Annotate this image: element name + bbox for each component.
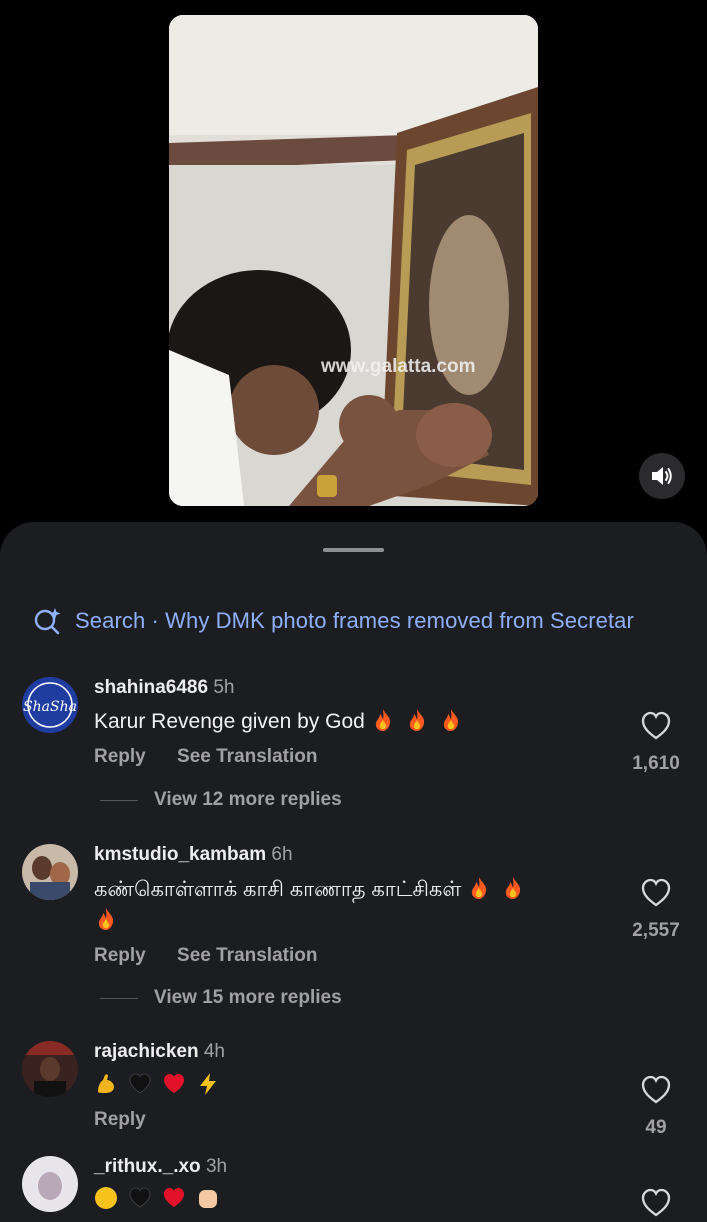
red-heart-icon <box>164 1188 184 1207</box>
black-heart-icon <box>129 1073 151 1094</box>
avatar-image <box>22 844 78 900</box>
fire-emoji <box>467 877 535 901</box>
like-count: 49 <box>645 1117 667 1138</box>
see-translation-button[interactable]: See Translation <box>177 945 317 966</box>
flexed-biceps-icon <box>98 1074 114 1093</box>
sheet-drag-handle[interactable] <box>323 548 384 552</box>
comment-username[interactable]: kmstudio_kambam 6h <box>94 844 293 866</box>
fire-icon <box>505 877 521 899</box>
avatar[interactable] <box>22 844 78 900</box>
comment-username[interactable]: rajachicken 4h <box>94 1041 225 1063</box>
comment-text-content: Karur Revenge given by God <box>94 710 365 733</box>
comment-text <box>94 1186 230 1212</box>
avatar[interactable] <box>22 1156 78 1212</box>
black-heart-icon <box>129 1187 151 1208</box>
fire-emoji <box>94 907 128 932</box>
fire-icon <box>443 709 458 731</box>
fire-icon <box>409 709 424 731</box>
lightning-icon <box>200 1073 216 1095</box>
avatar[interactable] <box>22 1041 78 1097</box>
like-count: 1,610 <box>632 753 680 774</box>
fire-emoji <box>371 709 473 733</box>
comment-actions: Reply <box>94 1109 172 1131</box>
comment-username[interactable]: _rithux._.xo 3h <box>94 1156 227 1178</box>
red-heart-icon <box>164 1074 184 1093</box>
comment-actions: Reply See Translation <box>94 746 343 768</box>
raised-hands-icon <box>199 1190 217 1208</box>
search-suggestion[interactable]: Search · Why DMK photo frames removed fr… <box>33 605 707 637</box>
replies-divider <box>100 799 138 801</box>
search-sparkle-icon <box>34 608 61 635</box>
comment-text: Karur Revenge given by God <box>94 708 473 734</box>
speaker-icon <box>652 467 672 485</box>
comment-text: கண்கொள்ளாக் காசி காணாத காட்சிகள் <box>94 876 535 904</box>
comment-text-content: கண்கொள்ளாக் காசி காணாத காட்சிகள் <box>94 878 462 901</box>
search-suggestion-text: Search · Why DMK photo frames removed fr… <box>75 608 634 633</box>
see-translation-button[interactable]: See Translation <box>177 746 317 767</box>
heart-icon[interactable] <box>640 878 672 908</box>
heart-icon[interactable] <box>640 711 672 741</box>
fire-icon <box>375 709 390 731</box>
comment-text <box>94 1072 230 1098</box>
view-replies-label: View 15 more replies <box>154 987 342 1008</box>
like-count: 2,557 <box>632 920 680 941</box>
video-player[interactable]: www.galatta.com <box>169 15 538 506</box>
avatar-image <box>22 1156 78 1212</box>
comment-time: 5h <box>213 677 235 698</box>
comment-time: 4h <box>203 1041 225 1062</box>
view-replies-label: View 12 more replies <box>154 789 342 810</box>
avatar-image <box>22 1041 78 1097</box>
view-replies-button[interactable]: View 12 more replies <box>100 789 342 811</box>
reply-button[interactable]: Reply <box>94 1109 146 1130</box>
svg-text:ShaSha: ShaSha <box>23 699 77 715</box>
sound-toggle-button[interactable] <box>639 453 685 499</box>
comment-username[interactable]: shahina6486 5h <box>94 677 235 699</box>
reply-button[interactable]: Reply <box>94 945 146 966</box>
view-replies-button[interactable]: View 15 more replies <box>100 987 342 1009</box>
avatar[interactable]: ShaSha <box>22 677 78 733</box>
video-watermark: www.galatta.com <box>321 356 476 377</box>
fire-icon <box>98 908 114 930</box>
heart-icon[interactable] <box>640 1188 672 1218</box>
comment-time: 6h <box>271 844 293 865</box>
replies-divider <box>100 997 138 999</box>
fire-icon <box>471 877 487 899</box>
avatar-image: ShaSha <box>22 677 78 733</box>
comment-actions: Reply See Translation <box>94 945 343 967</box>
video-frame <box>169 15 538 506</box>
reply-button[interactable]: Reply <box>94 746 146 767</box>
crying-face-icon <box>95 1187 117 1209</box>
comment-time: 3h <box>205 1156 228 1177</box>
heart-icon[interactable] <box>640 1075 672 1105</box>
